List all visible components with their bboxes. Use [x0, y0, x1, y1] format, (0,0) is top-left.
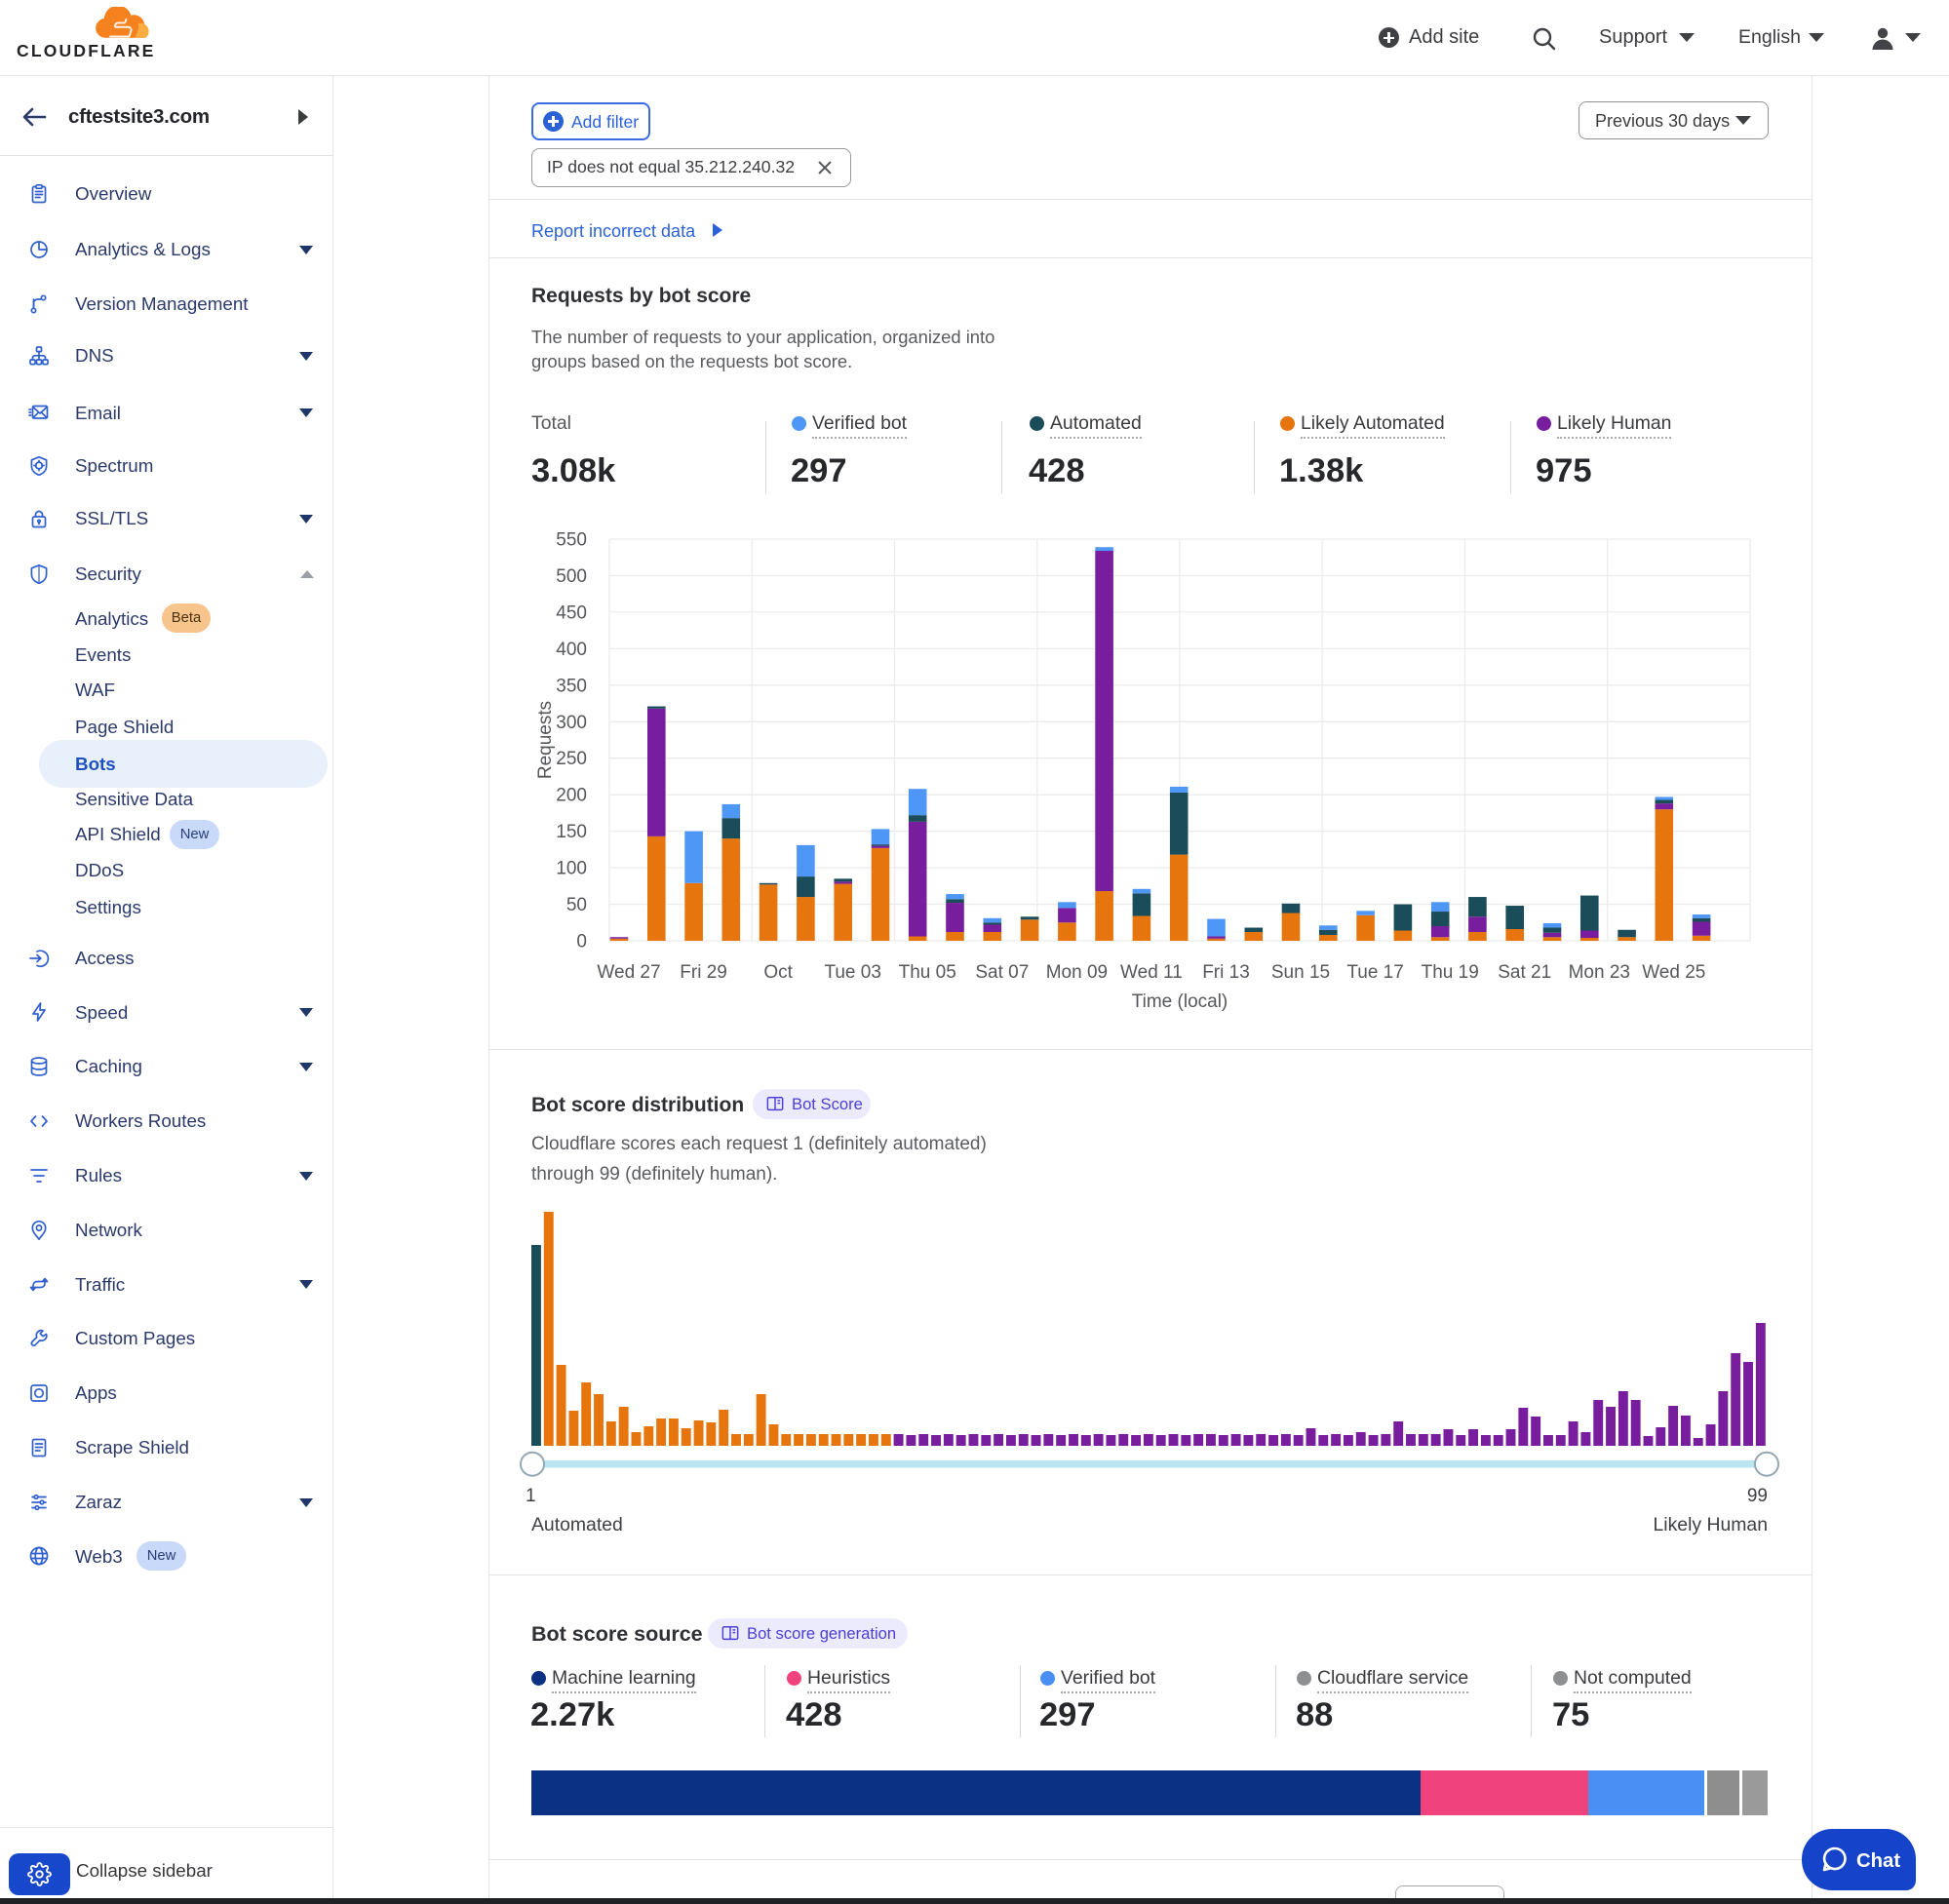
svg-text:550: 550: [556, 530, 587, 551]
svg-text:Mon 09: Mon 09: [1046, 962, 1108, 983]
svg-text:200: 200: [556, 786, 587, 806]
svg-text:500: 500: [556, 566, 587, 587]
svg-text:Tue 17: Tue 17: [1346, 962, 1403, 983]
svg-text:400: 400: [556, 640, 587, 660]
svg-text:Thu 19: Thu 19: [1422, 962, 1479, 983]
svg-text:Sat 07: Sat 07: [975, 962, 1029, 983]
svg-text:150: 150: [556, 822, 587, 842]
svg-text:50: 50: [566, 895, 587, 915]
svg-text:Requests: Requests: [535, 701, 556, 779]
svg-text:Wed 25: Wed 25: [1642, 962, 1705, 983]
svg-text:Wed 11: Wed 11: [1120, 962, 1183, 983]
svg-text:250: 250: [556, 749, 587, 769]
svg-text:Wed 27: Wed 27: [597, 962, 660, 983]
svg-text:Fri 13: Fri 13: [1202, 962, 1250, 983]
svg-text:450: 450: [556, 602, 587, 623]
svg-text:Sat 21: Sat 21: [1498, 962, 1551, 983]
svg-text:300: 300: [556, 713, 587, 733]
svg-text:100: 100: [556, 859, 587, 879]
svg-text:350: 350: [556, 676, 587, 696]
svg-text:Time (local): Time (local): [1132, 991, 1228, 1012]
svg-text:0: 0: [576, 932, 587, 952]
svg-text:Oct: Oct: [763, 962, 793, 983]
svg-text:Fri 29: Fri 29: [680, 962, 727, 983]
svg-text:Thu 05: Thu 05: [899, 962, 956, 983]
svg-text:Tue 03: Tue 03: [824, 962, 880, 983]
svg-text:Sun 15: Sun 15: [1271, 962, 1330, 983]
svg-text:Mon 23: Mon 23: [1569, 962, 1630, 983]
